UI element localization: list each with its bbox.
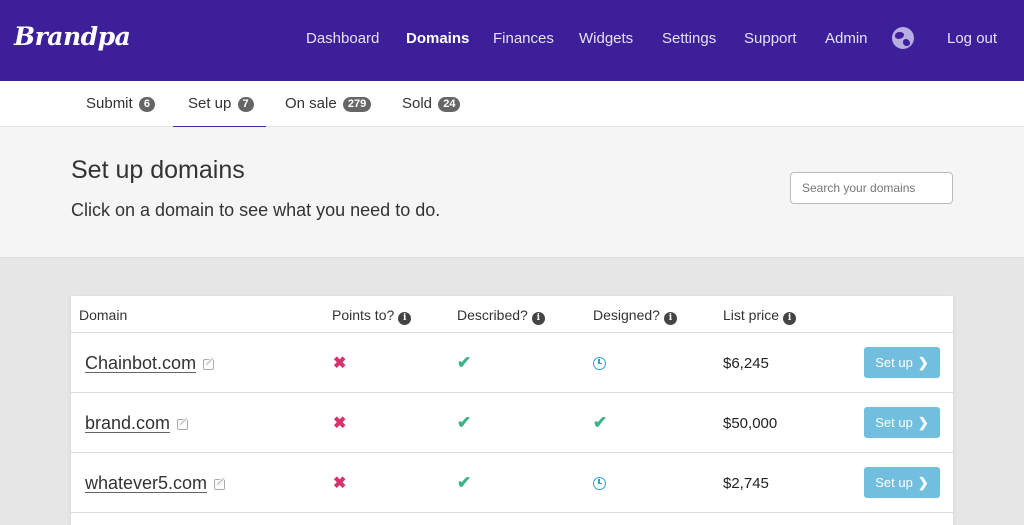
info-icon[interactable]: i xyxy=(531,312,545,325)
designed-cell xyxy=(593,333,606,393)
described-cell: ✔ xyxy=(457,333,471,393)
page-header: Set up domains Click on a domain to see … xyxy=(0,127,1024,258)
button-label: Set up xyxy=(875,475,913,490)
domain-link[interactable]: whatever5.com xyxy=(85,473,207,494)
count-badge: 7 xyxy=(237,97,254,112)
domain-link[interactable]: Chainbot.com xyxy=(85,353,196,374)
nav-settings[interactable]: Settings xyxy=(662,30,716,47)
cross-icon: ✖ xyxy=(333,415,347,432)
tab-set-up[interactable]: Set up 7 xyxy=(173,81,266,128)
main-nav: Dashboard Domains Finances Widgets Setti… xyxy=(0,30,1024,50)
points-to-cell: ✖ xyxy=(333,453,346,513)
price-cell: $2,745 xyxy=(723,453,769,513)
edit-icon[interactable] xyxy=(214,476,228,490)
nav-dashboard[interactable]: Dashboard xyxy=(306,30,379,47)
logout-link[interactable]: Log out xyxy=(947,30,997,47)
set-up-button[interactable]: Set up ❯ xyxy=(864,407,940,438)
check-icon: ✔ xyxy=(457,353,472,372)
price-cell: $50,000 xyxy=(723,393,777,453)
nav-widgets[interactable]: Widgets xyxy=(579,30,633,47)
page-title: Set up domains xyxy=(71,156,245,184)
list-price: $2,745 xyxy=(723,474,769,492)
edit-icon[interactable] xyxy=(177,416,191,430)
nav-support[interactable]: Support xyxy=(744,30,797,47)
tab-sold[interactable]: Sold 24 xyxy=(402,81,461,127)
nav-finances[interactable]: Finances xyxy=(493,30,554,47)
check-icon: ✔ xyxy=(593,413,608,432)
list-price: $50,000 xyxy=(723,414,778,432)
table-row[interactable]: Chainbot.com ✖ ✔ $6,245 Set up ❯ xyxy=(71,333,953,393)
described-cell: ✔ xyxy=(457,393,471,453)
table-row[interactable]: brand.com ✖ ✔ ✔ $50,000 Set up ❯ xyxy=(71,393,953,453)
page-subtitle: Click on a domain to see what you need t… xyxy=(71,200,441,220)
chevron-right-icon: ❯ xyxy=(917,474,929,490)
nav-admin[interactable]: Admin xyxy=(825,30,868,47)
tab-label: Set up xyxy=(188,95,232,112)
tab-label: On sale xyxy=(285,95,337,112)
chevron-right-icon: ❯ xyxy=(917,354,929,370)
tab-submit[interactable]: Submit 6 xyxy=(86,81,155,127)
domain-cell: brand.com xyxy=(85,393,191,453)
nav-domains[interactable]: Domains xyxy=(406,30,469,47)
designed-cell: ✔ xyxy=(593,393,607,453)
list-price: $6,245 xyxy=(723,354,769,372)
header-label: Described? xyxy=(457,307,528,323)
domain-link[interactable]: brand.com xyxy=(85,413,170,434)
header-label: Points to? xyxy=(332,307,395,323)
points-to-cell: ✖ xyxy=(333,333,346,393)
search-input[interactable] xyxy=(790,172,953,204)
count-badge: 6 xyxy=(138,97,155,112)
domain-cell: Chainbot.com xyxy=(85,333,217,393)
info-icon[interactable]: i xyxy=(783,312,797,325)
edit-icon[interactable] xyxy=(203,356,217,370)
button-label: Set up xyxy=(875,415,913,430)
tab-on-sale[interactable]: On sale 279 xyxy=(285,81,372,127)
check-icon: ✔ xyxy=(457,473,472,492)
top-nav-bar: Brandpa Dashboard Domains Finances Widge… xyxy=(0,0,1024,81)
clock-icon xyxy=(593,356,606,370)
described-cell: ✔ xyxy=(457,453,471,513)
set-up-button[interactable]: Set up ❯ xyxy=(864,347,940,378)
header-label: List price xyxy=(723,307,780,323)
table-row[interactable]: whatever5.com ✖ ✔ $2,745 Set up ❯ xyxy=(71,453,953,513)
clock-icon xyxy=(593,476,606,490)
domain-tabs: Submit 6 Set up 7 On sale 279 Sold 24 xyxy=(0,81,1024,128)
cross-icon: ✖ xyxy=(333,355,347,372)
check-icon: ✔ xyxy=(457,413,472,432)
button-label: Set up xyxy=(875,355,913,370)
globe-icon[interactable] xyxy=(892,27,914,49)
info-icon[interactable]: i xyxy=(398,312,412,325)
header-list-price: List price i xyxy=(723,296,797,332)
header-points-to: Points to? i xyxy=(332,296,412,332)
points-to-cell: ✖ xyxy=(333,393,346,453)
count-badge: 24 xyxy=(438,97,461,112)
chevron-right-icon: ❯ xyxy=(917,414,929,430)
tab-label: Submit xyxy=(86,95,133,112)
domains-table: Domain Points to? i Described? i Designed?… xyxy=(71,296,953,525)
header-domain: Domain xyxy=(79,307,128,323)
header-label: Designed? xyxy=(593,307,660,323)
price-cell: $6,245 xyxy=(723,333,769,393)
cross-icon: ✖ xyxy=(333,475,347,492)
domain-cell: whatever5.com xyxy=(85,453,228,513)
info-icon[interactable]: i xyxy=(663,312,677,325)
count-badge: 279 xyxy=(342,97,372,112)
header-designed: Designed? i xyxy=(593,296,677,332)
header-described: Described? i xyxy=(457,296,545,332)
tab-label: Sold xyxy=(402,95,433,112)
set-up-button[interactable]: Set up ❯ xyxy=(864,467,940,498)
designed-cell xyxy=(593,453,606,513)
